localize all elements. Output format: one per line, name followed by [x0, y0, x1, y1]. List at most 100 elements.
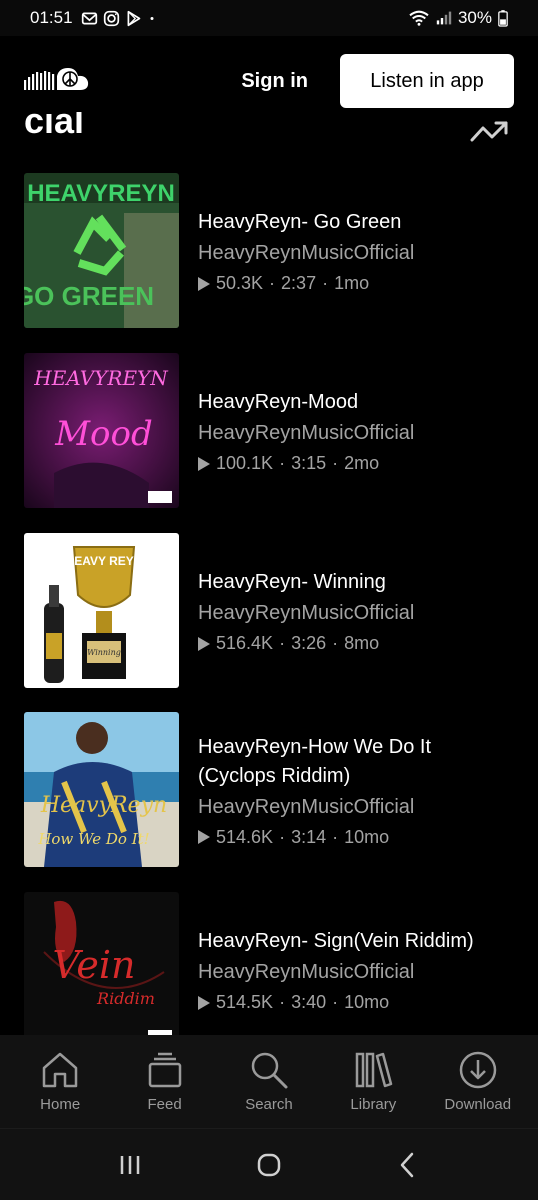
- play-count-icon: [198, 636, 210, 651]
- play-count-icon: [198, 276, 210, 291]
- search-icon: [251, 1052, 288, 1089]
- battery-icon: [498, 9, 508, 27]
- track-artwork[interactable]: HeavyReyn How We Do It!: [24, 712, 179, 867]
- art-text: HeavyReyn: [40, 793, 167, 818]
- separator: ·: [332, 633, 339, 653]
- art-text: HEAVYREYN: [27, 180, 175, 207]
- track-list: HEAVYREYN GO GREEN HeavyReyn- Go Green H…: [0, 173, 538, 1035]
- track-artwork[interactable]: Vein Riddim: [24, 892, 179, 1035]
- instagram-icon: [103, 10, 119, 26]
- separator: ·: [332, 453, 339, 473]
- separator: ·: [279, 826, 286, 847]
- bottom-nav: Home Feed Search Library Download: [0, 1035, 538, 1128]
- download-icon: [459, 1051, 496, 1089]
- separator: ·: [279, 453, 286, 473]
- play-count-icon: [198, 995, 210, 1010]
- art-subtext: How We Do It!: [37, 830, 149, 848]
- status-bar: 01:51 30%: [0, 0, 538, 36]
- play-count: 50.3K: [216, 273, 264, 293]
- track-meta: 514.5K · 3:40 · 10mo: [198, 992, 474, 1013]
- home-icon: [42, 1052, 78, 1088]
- nav-home[interactable]: Home: [11, 1035, 109, 1113]
- art-text: HEAVYREYN: [33, 366, 169, 390]
- track-title[interactable]: HeavyReyn- Go Green: [198, 208, 414, 237]
- nav-label: Library: [350, 1096, 397, 1113]
- nav-feed[interactable]: Feed: [116, 1035, 214, 1113]
- section-title: cial: [24, 112, 84, 146]
- track-artist[interactable]: HeavyReynMusicOfficial: [198, 419, 414, 447]
- track-meta: 514.6K · 3:14 · 10mo: [198, 827, 514, 848]
- section-title-text: cial: [24, 112, 85, 141]
- track-item[interactable]: HEAVYREYN GO GREEN HeavyReyn- Go Green H…: [24, 173, 514, 329]
- system-nav-bar: [0, 1128, 538, 1200]
- track-title[interactable]: HeavyReyn- Sign(Vein Riddim): [198, 927, 474, 956]
- art-subtext: Mood: [54, 414, 153, 454]
- track-artist[interactable]: HeavyReynMusicOfficial: [198, 599, 414, 627]
- duration: 3:40: [291, 992, 327, 1012]
- upload-age: 8mo: [344, 633, 380, 653]
- signal-icon: [436, 11, 452, 25]
- track-title[interactable]: HeavyReyn-Mood: [198, 388, 414, 417]
- soundcloud-logo-icon: [24, 68, 89, 90]
- track-artist[interactable]: HeavyReynMusicOfficial: [198, 239, 414, 267]
- library-icon: [356, 1052, 393, 1088]
- track-meta: 516.4K · 3:26 · 8mo: [198, 633, 414, 654]
- play-count: 100.1K: [216, 453, 274, 473]
- dot-icon: [150, 16, 154, 20]
- track-meta: 50.3K · 2:37 · 1mo: [198, 273, 414, 294]
- separator: ·: [279, 992, 286, 1012]
- soundcloud-logo[interactable]: [24, 66, 90, 96]
- play-count: 516.4K: [216, 633, 274, 653]
- duration: 3:14: [291, 826, 327, 847]
- play-count-icon: [198, 830, 210, 844]
- track-artwork[interactable]: HEAVYREYN GO GREEN: [24, 173, 179, 328]
- play-count: 514.5K: [216, 992, 274, 1012]
- upload-age: 10mo: [344, 826, 390, 847]
- upload-age: 1mo: [334, 273, 370, 293]
- separator: ·: [269, 273, 276, 293]
- track-item[interactable]: HEAVY REYN Winning HeavyReyn- Winning He…: [24, 533, 514, 689]
- nav-label: Feed: [147, 1096, 182, 1113]
- separator: ·: [332, 992, 339, 1012]
- nav-library[interactable]: Library: [324, 1035, 422, 1113]
- trending-icon[interactable]: [470, 118, 510, 146]
- art-text: Vein: [52, 943, 135, 987]
- separator: ·: [322, 273, 329, 293]
- duration: 2:37: [281, 273, 317, 293]
- track-artwork[interactable]: HEAVYREYN Mood: [24, 353, 179, 508]
- nav-download[interactable]: Download: [429, 1035, 527, 1113]
- feed-icon: [148, 1052, 181, 1088]
- duration: 3:15: [291, 453, 327, 473]
- play-count-icon: [198, 456, 210, 471]
- separator: ·: [332, 826, 339, 847]
- track-title[interactable]: HeavyReyn-How We Do It (Cyclops Riddim): [198, 733, 514, 791]
- art-subtext: GO GREEN: [24, 281, 154, 311]
- track-artist[interactable]: HeavyReynMusicOfficial: [198, 958, 474, 986]
- nav-label: Download: [444, 1096, 512, 1113]
- separator: ·: [279, 633, 286, 653]
- track-item[interactable]: Vein Riddim HeavyReyn- Sign(Vein Riddim)…: [24, 892, 514, 1035]
- play-store-icon: [127, 10, 140, 26]
- track-item[interactable]: HeavyReyn How We Do It! HeavyReyn-How We…: [24, 712, 514, 868]
- gmail-icon: [81, 12, 97, 24]
- upload-age: 2mo: [344, 453, 380, 473]
- nav-label: Home: [40, 1096, 81, 1113]
- duration: 3:26: [291, 633, 327, 653]
- recents-icon[interactable]: [115, 1150, 145, 1180]
- wifi-icon: [409, 10, 429, 26]
- back-icon[interactable]: [393, 1150, 423, 1180]
- art-text: HEAVY REYN: [66, 554, 143, 568]
- nav-search[interactable]: Search: [220, 1035, 318, 1113]
- art-subtext: Winning: [87, 648, 121, 657]
- home-button-icon[interactable]: [254, 1150, 284, 1180]
- track-artist[interactable]: HeavyReynMusicOfficial: [198, 793, 514, 821]
- sign-in-link[interactable]: Sign in: [241, 70, 308, 93]
- upload-age: 10mo: [344, 992, 390, 1012]
- track-title[interactable]: HeavyReyn- Winning: [198, 568, 414, 597]
- art-subtext: Riddim: [96, 989, 155, 1008]
- track-item[interactable]: HEAVYREYN Mood HeavyReyn-Mood HeavyReynM…: [24, 353, 514, 509]
- listen-in-app-button[interactable]: Listen in app: [340, 54, 514, 108]
- battery-percent: 30%: [457, 8, 492, 27]
- nav-label: Search: [245, 1096, 293, 1113]
- track-artwork[interactable]: HEAVY REYN Winning: [24, 533, 179, 688]
